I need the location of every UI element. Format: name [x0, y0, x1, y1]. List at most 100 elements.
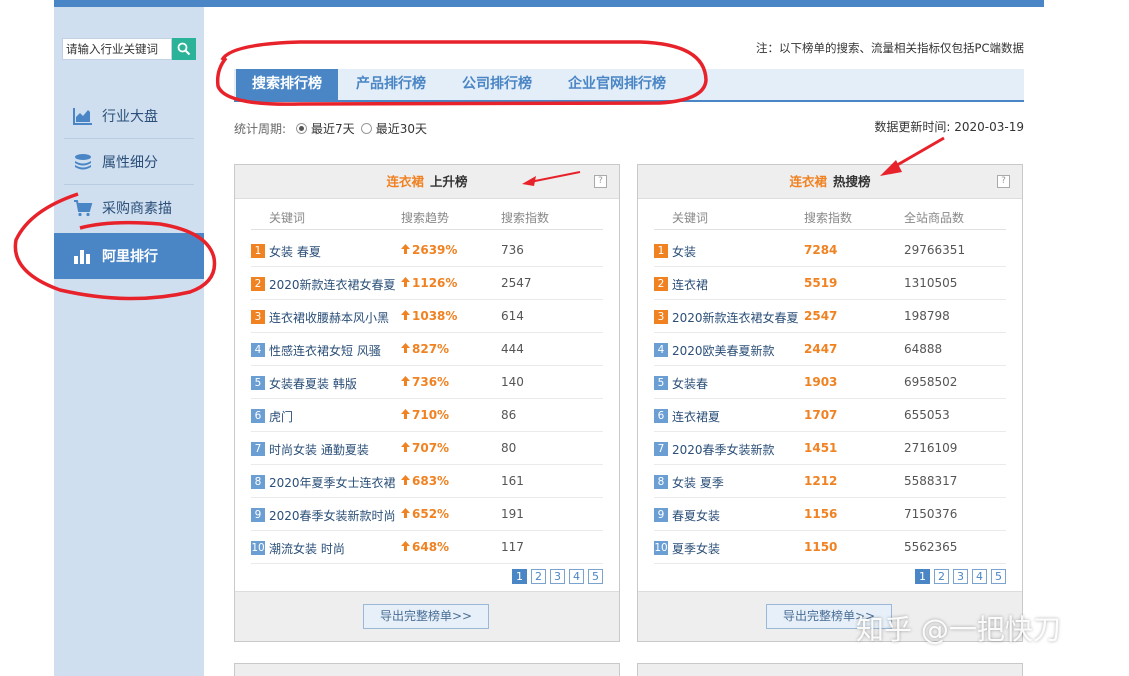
search-index: 191 — [501, 507, 524, 521]
sidebar-item-label: 行业大盘 — [102, 109, 158, 125]
keyword-link[interactable]: 女装 — [672, 243, 696, 260]
trend-percent: 827% — [412, 342, 450, 356]
keyword-link[interactable]: 女装 春夏 — [269, 243, 321, 260]
rank-badge: 7 — [251, 442, 265, 456]
sidebar-item-industry[interactable]: 行业大盘 — [54, 93, 204, 139]
sidebar-item-ranking[interactable]: 阿里排行 — [54, 233, 204, 279]
rank-badge: 8 — [654, 475, 668, 489]
radio-7days[interactable] — [296, 123, 308, 134]
radio-30days[interactable] — [360, 123, 372, 134]
up-arrow-icon — [401, 540, 410, 554]
period-option-7days[interactable]: 最近7天 — [311, 120, 355, 137]
product-count: 64888 — [904, 342, 943, 356]
rank-badge: 2 — [654, 277, 668, 291]
page-button[interactable]: 3 — [953, 569, 968, 584]
table-row: 3 2020新款连衣裙女春夏 2547 198798 — [654, 300, 1006, 333]
up-arrow-icon — [401, 507, 410, 521]
period-option-30days[interactable]: 最近30天 — [376, 120, 427, 137]
keyword-link[interactable]: 2020春季女装新款时尚 — [269, 507, 396, 524]
column-header: 搜索指数 — [501, 211, 550, 225]
page-button[interactable]: 2 — [531, 569, 546, 584]
sidebar-item-attributes[interactable]: 属性细分 — [54, 139, 204, 185]
export-button[interactable]: 导出完整榜单>> — [363, 604, 489, 629]
page-button[interactable]: 3 — [550, 569, 565, 584]
sidebar-item-buyers[interactable]: 采购商素描 — [54, 185, 204, 231]
table-row: 2 2020新款连衣裙女春夏 1126% 2547 — [251, 267, 603, 300]
trend-percent: 1126% — [412, 276, 458, 290]
column-header: 搜索趋势 — [401, 211, 450, 225]
table-row: 5 女装春 1903 6958502 — [654, 366, 1006, 399]
tab-search-ranking[interactable]: 搜索排行榜 — [236, 69, 338, 100]
rank-badge: 6 — [251, 409, 265, 423]
tab-product-ranking[interactable]: 产品排行榜 — [340, 69, 442, 100]
tab-website-ranking[interactable]: 企业官网排行榜 — [552, 69, 682, 100]
page-button[interactable]: 1 — [512, 569, 527, 584]
page-button[interactable]: 5 — [588, 569, 603, 584]
trend-percent: 683% — [412, 474, 450, 488]
table-row: 7 2020春季女装新款 1451 2716109 — [654, 432, 1006, 465]
keyword-link[interactable]: 2020新款连衣裙女春夏 — [269, 276, 396, 293]
rank-badge: 3 — [654, 310, 668, 324]
keyword-link[interactable]: 连衣裙 — [672, 276, 708, 293]
rank-badge: 7 — [654, 442, 668, 456]
rank-badge: 3 — [251, 310, 265, 324]
keyword-link[interactable]: 连衣裙夏 — [672, 408, 720, 425]
hot-search-panel: 连衣裙 热搜榜 ? 关键词 搜索指数 全站商品数 1 女装 7284 29766351 2… — [637, 164, 1023, 642]
keyword-link[interactable]: 连衣裙收腰赫本风小黑 — [269, 309, 389, 326]
rank-badge: 9 — [251, 508, 265, 522]
search-button[interactable] — [172, 38, 196, 60]
rank-badge: 2 — [251, 277, 265, 291]
trend-percent: 652% — [412, 507, 450, 521]
update-time: 数据更新时间: 2020-03-19 — [874, 118, 1024, 135]
page-button[interactable]: 5 — [991, 569, 1006, 584]
rank-badge: 1 — [654, 244, 668, 258]
keyword-link[interactable]: 虎门 — [269, 408, 293, 425]
sidebar: 行业大盘 属性细分 采购商素描 阿里排行 — [54, 7, 204, 676]
keyword-link[interactable]: 夏季女装 — [672, 540, 720, 557]
trend-value: 648% — [401, 540, 449, 554]
page-button[interactable]: 4 — [569, 569, 584, 584]
data-note: 注：以下榜单的搜索、流量相关指标仅包括PC端数据 — [756, 41, 1024, 55]
column-header: 搜索指数 — [804, 211, 853, 225]
rank-badge: 10 — [251, 541, 265, 555]
table-row: 8 2020年夏季女士连衣裙 683% 161 — [251, 465, 603, 498]
bar-chart-icon — [72, 246, 94, 266]
column-header: 关键词 — [672, 211, 709, 225]
period-selector: 统计周期: 最近7天 最近30天 — [234, 120, 427, 137]
search-index: 2547 — [804, 309, 838, 323]
keyword-link[interactable]: 女装春 — [672, 375, 708, 392]
help-icon[interactable]: ? — [594, 175, 607, 188]
panel-category[interactable]: 连衣裙 — [789, 174, 827, 189]
keyword-link[interactable]: 时尚女装 通勤夏装 — [269, 441, 369, 458]
keyword-link[interactable]: 女装 夏季 — [672, 474, 724, 491]
product-count: 7150376 — [904, 507, 958, 521]
keyword-link[interactable]: 2020春季女装新款 — [672, 441, 775, 458]
search-index: 2447 — [804, 342, 838, 356]
keyword-link[interactable]: 2020年夏季女士连衣裙 — [269, 474, 396, 491]
keyword-link[interactable]: 2020欧美春夏新款 — [672, 342, 775, 359]
table-row: 4 2020欧美春夏新款 2447 64888 — [654, 333, 1006, 366]
keyword-link[interactable]: 2020新款连衣裙女春夏 — [672, 309, 799, 326]
page-button[interactable]: 2 — [934, 569, 949, 584]
table-row: 10 夏季女装 1150 5562365 — [654, 531, 1006, 564]
search-index: 614 — [501, 309, 524, 323]
keyword-link[interactable]: 性感连衣裙女短 风骚 — [269, 342, 381, 359]
table-row: 7 时尚女装 通勤夏装 707% 80 — [251, 432, 603, 465]
keyword-link[interactable]: 女装春夏装 韩版 — [269, 375, 357, 392]
trend-percent: 736% — [412, 375, 450, 389]
tab-bar: 搜索排行榜 产品排行榜 公司排行榜 企业官网排行榜 — [234, 69, 1024, 102]
keyword-link[interactable]: 春夏女装 — [672, 507, 720, 524]
panel-footer: 导出完整榜单>> — [235, 591, 619, 641]
search-index: 1150 — [804, 540, 838, 554]
page-button[interactable]: 1 — [915, 569, 930, 584]
page-button[interactable]: 4 — [972, 569, 987, 584]
tab-company-ranking[interactable]: 公司排行榜 — [446, 69, 548, 100]
table-row: 5 女装春夏装 韩版 736% 140 — [251, 366, 603, 399]
panel-category[interactable]: 连衣裙 — [386, 174, 424, 189]
search-input[interactable] — [62, 38, 172, 60]
keyword-link[interactable]: 潮流女装 时尚 — [269, 540, 345, 557]
pagination: 1 2 3 4 5 — [915, 569, 1006, 584]
search-index: 736 — [501, 243, 524, 257]
help-icon[interactable]: ? — [997, 175, 1010, 188]
rank-badge: 8 — [251, 475, 265, 489]
